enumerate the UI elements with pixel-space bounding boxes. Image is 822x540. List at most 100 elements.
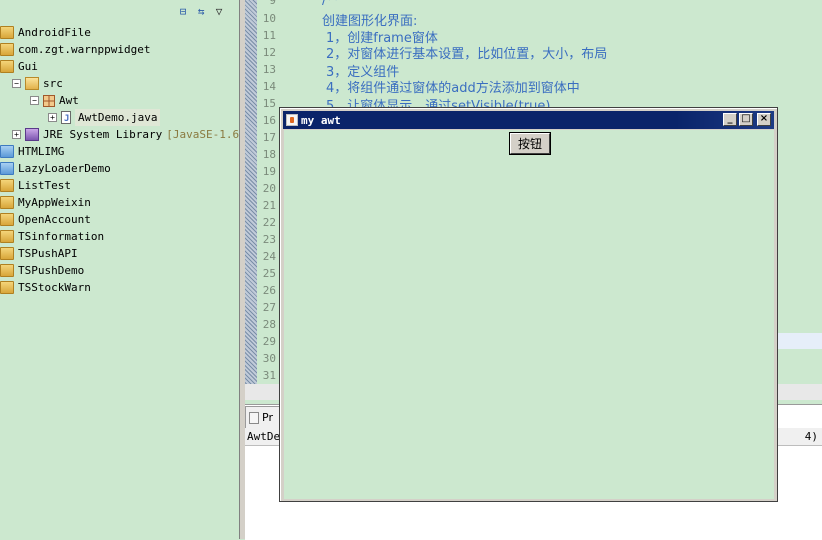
- console-status: 4): [804, 430, 818, 443]
- tree-item-label: AndroidFile: [18, 26, 91, 39]
- tree-item-jre-library[interactable]: + JRE System Library [JavaSE-1.6]: [12, 126, 246, 143]
- tree-item-label: TSStockWarn: [18, 281, 91, 294]
- window-titlebar[interactable]: my awt _ □ ×: [283, 111, 774, 129]
- line-number: 27: [262, 301, 276, 314]
- project-icon: [0, 212, 14, 229]
- library-icon: [25, 128, 39, 141]
- collapse-all-icon[interactable]: ⊟: [176, 4, 190, 18]
- tree-item-label: MyAppWeixin: [18, 196, 91, 209]
- line-number: 9: [269, 0, 276, 7]
- folder-icon: [0, 162, 14, 175]
- editor-gutter: [245, 0, 257, 400]
- problems-icon: [249, 411, 259, 424]
- tree-item-gui[interactable]: Gui: [0, 58, 38, 76]
- tree-item-androidfile[interactable]: AndroidFile: [0, 24, 91, 42]
- tree-item-label: TSPushAPI: [18, 247, 78, 260]
- project-icon: [0, 195, 14, 212]
- line-number: 23: [262, 233, 276, 246]
- java-file-icon: [61, 111, 71, 128]
- tree-item-tsstockwarn[interactable]: TSStockWarn: [0, 279, 91, 297]
- line-number: 30: [262, 352, 276, 365]
- project-icon: [0, 42, 14, 59]
- tree-item-label: Awt: [59, 94, 79, 107]
- tree-item-lazyloaderdemo[interactable]: LazyLoaderDemo: [0, 160, 111, 177]
- view-menu-chevron-down-icon[interactable]: ▽: [212, 4, 226, 18]
- tree-item-tsinformation[interactable]: TSinformation: [0, 228, 105, 246]
- tree-item-listtest[interactable]: ListTest: [0, 177, 71, 195]
- project-icon: [0, 229, 14, 246]
- project-icon: [0, 25, 14, 42]
- line-number: 24: [262, 250, 276, 263]
- tree-item-label: OpenAccount: [18, 213, 91, 226]
- link-with-editor-icon[interactable]: ⇆: [194, 4, 208, 18]
- line-number: 25: [262, 267, 276, 280]
- window-title: my awt: [301, 113, 341, 127]
- java-icon: [286, 114, 298, 126]
- code-line: 4，将组件通过窗体的add方法添加到窗体中: [326, 81, 580, 96]
- tree-item-label: JRE System Library: [43, 128, 163, 141]
- current-line-highlight: [778, 333, 822, 349]
- expand-toggle-icon[interactable]: +: [12, 130, 21, 139]
- line-number: 20: [262, 182, 276, 195]
- collapse-toggle-icon[interactable]: −: [30, 96, 39, 105]
- tree-item-label: AwtDemo.java: [75, 109, 161, 126]
- window-content: 按钮: [284, 130, 774, 499]
- maximize-button[interactable]: □: [739, 113, 753, 126]
- tree-item-openaccount[interactable]: OpenAccount: [0, 211, 91, 229]
- line-number: 26: [262, 284, 276, 297]
- tree-item-htmlimg[interactable]: HTMLIMG: [0, 143, 64, 160]
- tab-label: Pr: [262, 411, 273, 424]
- tab-problems[interactable]: Pr: [245, 406, 281, 428]
- line-number: 31: [262, 369, 276, 382]
- tree-item-label: HTMLIMG: [18, 145, 65, 158]
- line-number: 14: [262, 80, 276, 93]
- package-explorer: ⊟ ⇆ ▽ AndroidFile com.zgt.warnppwidget G…: [0, 0, 246, 539]
- minimize-button[interactable]: _: [723, 113, 737, 126]
- line-number: 19: [262, 165, 276, 178]
- tree-item-tspushdemo[interactable]: TSPushDemo: [0, 262, 85, 280]
- collapse-toggle-icon[interactable]: −: [12, 79, 21, 88]
- line-number: 18: [262, 148, 276, 161]
- tree-item-awtdemo-java[interactable]: + AwtDemo.java: [48, 109, 161, 128]
- tree-item-src[interactable]: − src: [12, 75, 63, 92]
- tree-item-tspushapi[interactable]: TSPushAPI: [0, 245, 78, 263]
- code-line: 2，对窗体进行基本设置，比如位置，大小，布局: [326, 47, 608, 62]
- project-icon: [0, 263, 14, 280]
- line-number: 15: [262, 97, 276, 110]
- tree-item-label: ListTest: [18, 179, 71, 192]
- source-folder-icon: [25, 77, 39, 90]
- tree-item-warnppwidget[interactable]: com.zgt.warnppwidget: [0, 41, 151, 59]
- explorer-toolbar: ⊟ ⇆ ▽: [176, 2, 226, 20]
- line-number: 16: [262, 114, 276, 127]
- tree-item-label: src: [43, 77, 63, 90]
- line-number: 10: [262, 12, 276, 25]
- awt-button[interactable]: 按钮: [510, 133, 550, 154]
- awt-frame-window[interactable]: my awt _ □ × 按钮: [279, 107, 778, 502]
- folder-icon: [0, 145, 14, 158]
- project-icon: [0, 246, 14, 263]
- line-number: 28: [262, 318, 276, 331]
- console-title: AwtDe: [247, 430, 281, 443]
- code-line: /**: [322, 0, 340, 8]
- tree-item-myappweixin[interactable]: MyAppWeixin: [0, 194, 91, 212]
- tree-item-label: TSinformation: [18, 230, 105, 243]
- package-icon: [43, 94, 55, 107]
- tree-item-awt-package[interactable]: − Awt: [30, 92, 79, 109]
- tree-item-label: Gui: [18, 60, 38, 73]
- line-number: 13: [262, 63, 276, 76]
- library-version: [JavaSE-1.6]: [166, 128, 246, 141]
- tree-item-label: TSPushDemo: [18, 264, 85, 277]
- close-button[interactable]: ×: [757, 113, 771, 126]
- line-number: 29: [262, 335, 276, 348]
- line-number: 12: [262, 46, 276, 59]
- line-number: 11: [262, 29, 276, 42]
- line-number: 21: [262, 199, 276, 212]
- project-icon: [0, 59, 14, 76]
- tree-item-label: LazyLoaderDemo: [18, 162, 111, 175]
- line-number: 17: [262, 131, 276, 144]
- tree-item-label: com.zgt.warnppwidget: [18, 43, 151, 56]
- line-number: 22: [262, 216, 276, 229]
- project-icon: [0, 280, 14, 297]
- expand-toggle-icon[interactable]: +: [48, 113, 57, 122]
- project-icon: [0, 178, 14, 195]
